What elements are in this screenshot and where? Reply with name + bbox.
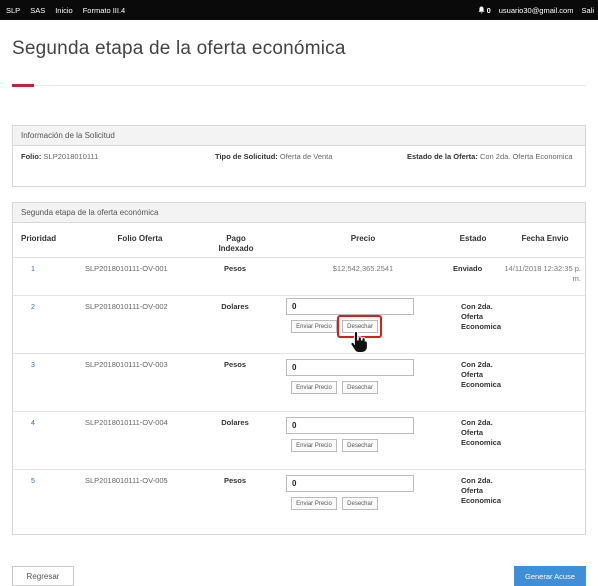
nav-item-formato[interactable]: Formato III.4 [83, 6, 126, 15]
user-email[interactable]: usuario30@gmail.com [499, 6, 574, 15]
tipo-value: Oferta de Venta [279, 152, 333, 161]
table-row: 4 SLP2018010111-OV-004 Dolares Enviar Pr… [13, 411, 585, 469]
send-price-button[interactable]: Enviar Precio [291, 439, 337, 452]
folio-oferta: SLP2018010111-OV-004 [85, 418, 168, 427]
pago-indexado: Pesos [223, 476, 247, 485]
generate-receipt-button[interactable]: Generar Acuse [514, 566, 586, 586]
priority-link[interactable]: 3 [31, 361, 35, 371]
send-price-button[interactable]: Enviar Precio [291, 381, 337, 394]
estado-value: Con 2da. Oferta Economica [461, 418, 502, 447]
notifications-button[interactable]: 0 [478, 6, 491, 15]
bell-icon [478, 6, 485, 14]
top-nav-links: SLP SAS Inicio Formato III.4 [6, 0, 125, 20]
top-navbar: SLP SAS Inicio Formato III.4 0 usuario30… [0, 0, 598, 20]
pago-indexado: Pesos [223, 264, 247, 273]
title-divider [34, 85, 586, 86]
top-nav-user: 0 usuario30@gmail.com Sali [478, 0, 594, 20]
priority-link[interactable]: 5 [31, 477, 35, 487]
reject-button[interactable]: Desechar [342, 381, 378, 394]
table-row: 5 SLP2018010111-OV-005 Pesos Enviar Prec… [13, 469, 585, 527]
col-folio: Folio Oferta [117, 234, 163, 243]
pago-indexado: Dolares [221, 418, 249, 427]
reject-button[interactable]: Desechar [342, 497, 378, 510]
tipo-field: Tipo de Solicitud: Oferta de Venta [215, 151, 332, 162]
priority-link[interactable]: 1 [31, 265, 35, 275]
pago-indexado: Dolares [221, 302, 249, 311]
price-input[interactable] [286, 475, 414, 492]
back-button[interactable]: Regresar [12, 566, 74, 586]
folio-value: SLP2018010111 [43, 152, 99, 161]
estado-value: Enviado [453, 264, 483, 273]
estado-label: Estado de la Oferta: [407, 152, 478, 161]
folio-field: Folio: SLP2018010111 [21, 151, 98, 162]
estado-value: Con 2da. Oferta Economica [461, 302, 502, 331]
folio-oferta: SLP2018010111-OV-005 [85, 476, 168, 485]
col-fecha: Fecha Envio [521, 234, 569, 243]
hand-pointer-icon [350, 330, 368, 353]
col-precio: Precio [350, 234, 376, 243]
col-pago: Pago Indexado [218, 234, 254, 253]
send-price-button[interactable]: Enviar Precio [291, 320, 337, 333]
request-info-header: Información de la Solicitud [13, 126, 585, 146]
send-price-button[interactable]: Enviar Precio [291, 497, 337, 510]
estado-value: Con 2da. Oferta Economica [479, 152, 573, 161]
offers-header: Segunda etapa de la oferta económica [13, 203, 585, 223]
tipo-label: Tipo de Solicitud: [215, 152, 278, 161]
folio-label: Folio: [21, 152, 42, 161]
priority-link[interactable]: 2 [31, 303, 35, 313]
nav-item-sas[interactable]: SAS [30, 6, 45, 15]
price-input[interactable] [286, 359, 414, 376]
pago-indexado: Pesos [223, 360, 247, 369]
priority-link[interactable]: 4 [31, 419, 35, 429]
table-row: 3 SLP2018010111-OV-003 Pesos Enviar Prec… [13, 353, 585, 411]
col-estado: Estado [459, 234, 487, 243]
price-input[interactable] [286, 417, 414, 434]
notifications-count: 0 [486, 5, 491, 15]
reject-button[interactable]: Desechar [342, 439, 378, 452]
fecha-envio: 14/11/2018 12:32:35 p. m. [504, 264, 581, 283]
request-info-panel: Información de la Solicitud Folio: SLP20… [12, 125, 586, 187]
price-input[interactable] [286, 298, 414, 315]
folio-oferta: SLP2018010111-OV-003 [85, 360, 168, 369]
folio-oferta: SLP2018010111-OV-002 [85, 302, 168, 311]
nav-item-inicio[interactable]: Inicio [55, 6, 73, 15]
estado-value: Con 2da. Oferta Economica [461, 476, 502, 505]
page-title: Segunda etapa de la oferta económica [12, 38, 346, 59]
folio-oferta: SLP2018010111-OV-001 [85, 264, 168, 273]
estado-value: Con 2da. Oferta Economica [461, 360, 502, 389]
precio-value: $12,542,365.2541 [332, 264, 394, 273]
estado-field: Estado de la Oferta: Con 2da. Oferta Eco… [407, 151, 579, 162]
col-prioridad: Prioridad [21, 234, 57, 243]
logout-link[interactable]: Sali [581, 6, 594, 15]
nav-item-slp[interactable]: SLP [6, 6, 20, 15]
table-row: 2 SLP2018010111-OV-002 Dolares Enviar Pr… [13, 295, 585, 353]
title-accent-bar [12, 84, 34, 87]
offers-panel: Segunda etapa de la oferta económica Pri… [12, 202, 586, 535]
